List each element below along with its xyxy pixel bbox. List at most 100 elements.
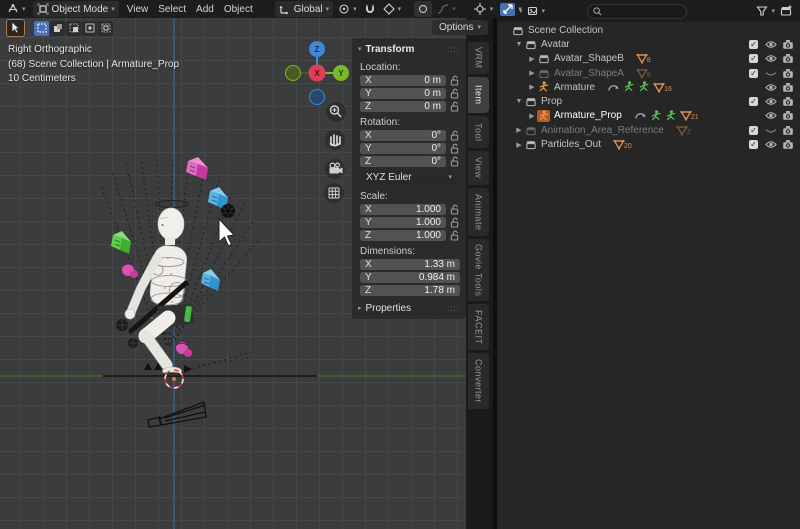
- hide-eye-toggle-closed[interactable]: [762, 126, 779, 135]
- menu-object[interactable]: Object: [219, 3, 258, 16]
- tab-item[interactable]: Item: [468, 77, 489, 113]
- outliner-row-scene-collection[interactable]: Scene Collection: [497, 23, 800, 37]
- new-collection-button[interactable]: [777, 3, 795, 19]
- outliner-search[interactable]: [587, 4, 687, 19]
- snap-toggle[interactable]: [362, 1, 378, 17]
- menu-select[interactable]: Select: [153, 3, 191, 16]
- lock-icon[interactable]: [446, 156, 462, 167]
- hide-eye-toggle[interactable]: [762, 54, 779, 63]
- expand-toggle[interactable]: ▶: [527, 55, 537, 63]
- lock-icon[interactable]: [446, 101, 462, 112]
- exclude-checkbox[interactable]: ✓: [749, 97, 758, 106]
- outliner-row-avatar-shapea[interactable]: ▶Avatar_ShapeA8✓: [497, 66, 800, 80]
- outliner-row-particles-out[interactable]: ▶Particles_Out20✓: [497, 137, 800, 151]
- render-visibility-toggle[interactable]: [779, 125, 796, 136]
- expand-toggle[interactable]: ▼: [514, 98, 524, 105]
- select-set-button[interactable]: [34, 21, 49, 36]
- transform-panel-header[interactable]: ▾ Transform ::::: [352, 42, 466, 59]
- camera-view-button[interactable]: [325, 159, 345, 179]
- exclude-checkbox[interactable]: ✓: [749, 126, 758, 135]
- render-visibility-toggle[interactable]: [779, 53, 796, 64]
- render-visibility-toggle[interactable]: [779, 68, 796, 79]
- falloff-dropdown[interactable]: ▾: [435, 1, 458, 17]
- search-input[interactable]: [606, 5, 670, 17]
- render-visibility-toggle[interactable]: [779, 96, 796, 107]
- expand-toggle[interactable]: ▶: [527, 112, 537, 120]
- rotation-z-field[interactable]: Z0°: [360, 156, 446, 167]
- scale-x-field[interactable]: X1.000: [360, 204, 446, 215]
- tab-govie-tools[interactable]: Govie Tools: [468, 239, 489, 301]
- pan-hand-button[interactable]: [325, 130, 345, 150]
- rotation-mode-dropdown[interactable]: XYZ Euler ▾: [360, 171, 458, 184]
- outliner-row-prop[interactable]: ▼Prop✓: [497, 94, 800, 108]
- tab-converter[interactable]: Converter: [468, 353, 489, 409]
- lock-icon[interactable]: [446, 75, 462, 86]
- render-visibility-toggle[interactable]: [779, 139, 796, 150]
- navigation-gizmo[interactable]: Z Y X: [286, 41, 350, 105]
- pivot-dropdown[interactable]: ▾: [336, 1, 359, 17]
- hide-eye-toggle[interactable]: [762, 140, 779, 149]
- select-subtract-button[interactable]: [66, 21, 81, 36]
- expand-toggle[interactable]: ▶: [527, 69, 537, 77]
- active-tool-button[interactable]: [6, 19, 25, 37]
- outliner-row-armature-prop[interactable]: ▶Armature_Prop21: [497, 109, 800, 123]
- hide-eye-toggle-closed[interactable]: [762, 69, 779, 78]
- snap-dropdown[interactable]: ▾: [381, 1, 404, 17]
- dimension-z-field[interactable]: Z1.78 m: [360, 285, 460, 296]
- filter-dropdown[interactable]: ▾: [754, 3, 777, 19]
- tab-view[interactable]: View: [468, 151, 489, 185]
- mode-dropdown[interactable]: Object Mode ▾: [33, 1, 119, 17]
- rotation-y-field[interactable]: Y0°: [360, 143, 446, 154]
- outliner-row-avatar-shapeb[interactable]: ▶Avatar_ShapeB8✓: [497, 52, 800, 66]
- grid-ortho-button[interactable]: [324, 183, 344, 203]
- proportional-editing-toggle[interactable]: [414, 1, 432, 17]
- hide-eye-toggle[interactable]: [762, 40, 779, 49]
- expand-toggle[interactable]: ▼: [514, 41, 524, 48]
- outliner-row-armature[interactable]: ▶Armature16: [497, 80, 800, 94]
- select-invert-button[interactable]: [82, 21, 97, 36]
- menu-add[interactable]: Add: [191, 3, 219, 16]
- hide-eye-toggle[interactable]: [762, 83, 779, 92]
- viewport-3d[interactable]: Z Y X: [0, 0, 493, 529]
- lock-icon[interactable]: [446, 88, 462, 99]
- render-visibility-toggle[interactable]: [779, 82, 796, 93]
- rotation-x-field[interactable]: X0°: [360, 130, 446, 141]
- render-visibility-toggle[interactable]: [779, 110, 796, 121]
- expand-toggle[interactable]: ▶: [514, 141, 524, 149]
- location-y-field[interactable]: Y0 m: [360, 88, 446, 99]
- lock-icon[interactable]: [446, 204, 462, 215]
- tab-vrm[interactable]: VRM: [468, 42, 489, 74]
- exclude-checkbox[interactable]: ✓: [749, 69, 758, 78]
- exclude-checkbox[interactable]: ✓: [749, 40, 758, 49]
- scale-y-field[interactable]: Y1.000: [360, 217, 446, 228]
- lock-icon[interactable]: [446, 143, 462, 154]
- outliner-row-avatar[interactable]: ▼Avatar✓: [497, 37, 800, 51]
- options-dropdown[interactable]: Options ▾: [432, 20, 488, 35]
- orientation-dropdown[interactable]: Global ▾: [275, 1, 333, 17]
- dimension-x-field[interactable]: X1.33 m: [360, 259, 460, 270]
- tab-tool[interactable]: Tool: [468, 116, 489, 148]
- display-mode-dropdown[interactable]: ▾: [525, 3, 548, 19]
- dimension-y-field[interactable]: Y0.984 m: [360, 272, 460, 283]
- location-x-field[interactable]: X0 m: [360, 75, 446, 86]
- select-intersect-button[interactable]: [98, 21, 113, 36]
- select-extend-button[interactable]: [50, 21, 65, 36]
- menu-view[interactable]: View: [122, 3, 154, 16]
- expand-toggle[interactable]: ▶: [514, 126, 524, 134]
- expand-toggle[interactable]: ▶: [527, 83, 537, 91]
- lock-icon[interactable]: [446, 230, 462, 241]
- lock-icon[interactable]: [446, 130, 462, 141]
- exclude-checkbox[interactable]: ✓: [749, 140, 758, 149]
- tab-animate[interactable]: Animate: [468, 188, 489, 236]
- zoom-button[interactable]: [326, 102, 346, 122]
- properties-panel-header[interactable]: ▸ Properties ::::: [352, 298, 466, 317]
- outliner-row-animation-area-reference[interactable]: ▶Animation_Area_Reference2✓: [497, 123, 800, 137]
- location-z-field[interactable]: Z0 m: [360, 101, 446, 112]
- hide-eye-toggle[interactable]: [762, 97, 779, 106]
- scale-z-field[interactable]: Z1.000: [360, 230, 446, 241]
- editor-type-button[interactable]: ▾: [3, 1, 30, 17]
- show-gizmo-dropdown[interactable]: ▾: [471, 1, 496, 17]
- render-visibility-toggle[interactable]: [779, 39, 796, 50]
- lock-icon[interactable]: [446, 217, 462, 228]
- hide-eye-toggle[interactable]: [762, 111, 779, 120]
